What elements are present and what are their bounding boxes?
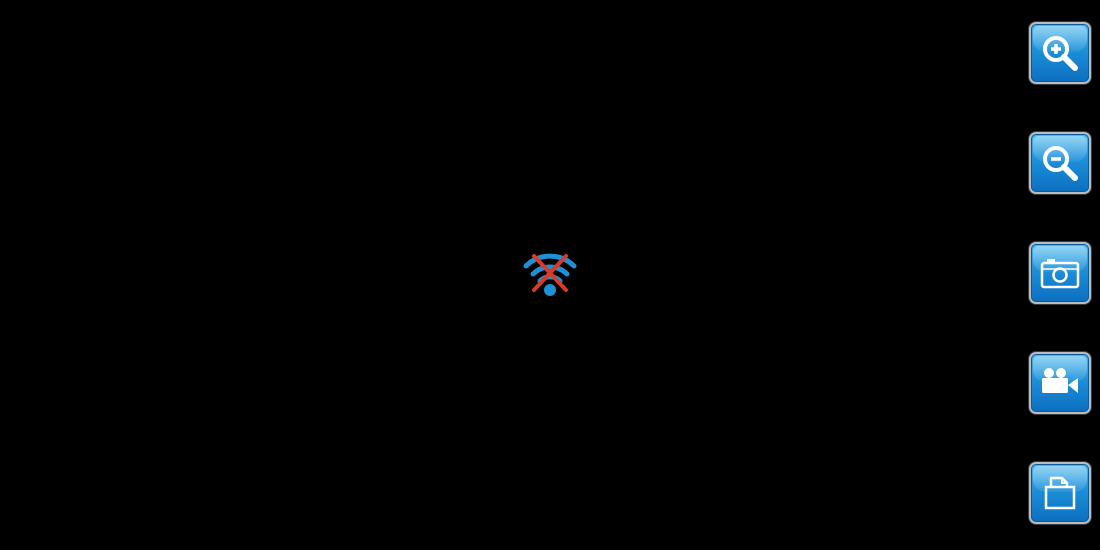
camera-icon (1040, 259, 1080, 289)
zoom-in-icon (1043, 36, 1078, 71)
zoom-in-button[interactable] (1029, 22, 1091, 84)
video-camera-icon (1042, 368, 1078, 393)
side-toolbar (1029, 22, 1095, 530)
video-viewport (0, 0, 1100, 550)
files-button[interactable] (1029, 462, 1091, 524)
folder-icon (1044, 476, 1076, 510)
wifi-disconnected-icon (522, 250, 578, 300)
zoom-out-icon (1043, 146, 1078, 181)
record-video-button[interactable] (1029, 352, 1091, 414)
snapshot-button[interactable] (1029, 242, 1091, 304)
zoom-out-button[interactable] (1029, 132, 1091, 194)
